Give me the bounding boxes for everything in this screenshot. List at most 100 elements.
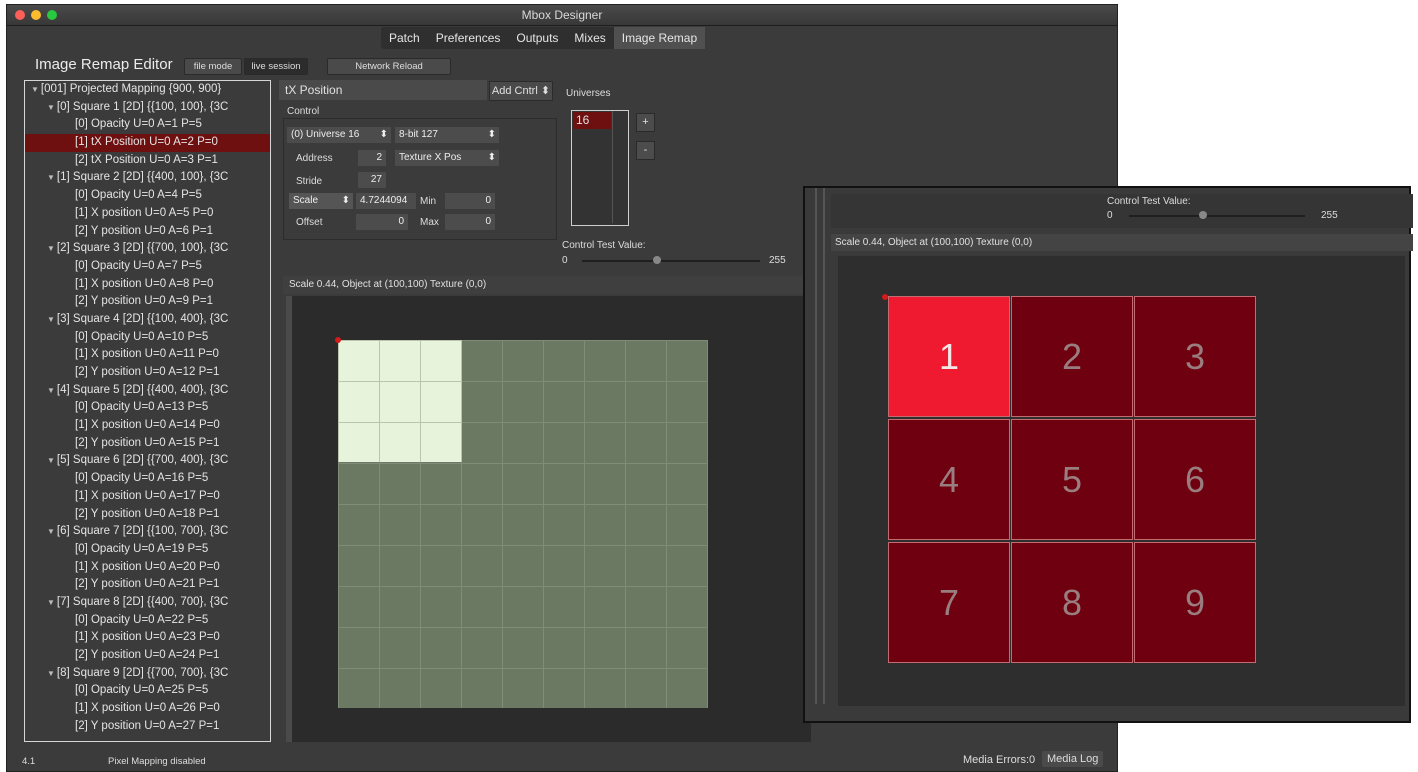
tree-object-row[interactable]: ▼ [3] Square 4 [2D] {{100, 400}, {3C <box>25 311 270 329</box>
zoom-inset: Control Test Value: 0 255 Scale 0.44, Ob… <box>803 186 1413 723</box>
tree-control-row[interactable]: [2] Y position U=0 A=9 P=1 <box>25 293 270 311</box>
universes-list[interactable]: 16 <box>571 110 629 226</box>
remap-square[interactable]: 5 <box>1011 419 1133 540</box>
disclosure-triangle-icon[interactable]: ▼ <box>47 386 55 395</box>
disclosure-triangle-icon[interactable]: ▼ <box>47 103 55 112</box>
tree-control-row[interactable]: [2] tX Position U=0 A=3 P=1 <box>25 152 270 170</box>
remove-universe-button[interactable]: - <box>636 141 655 160</box>
origin-marker[interactable] <box>882 294 888 300</box>
tree-control-row[interactable]: [1] X position U=0 A=23 P=0 <box>25 629 270 647</box>
control-test-slider[interactable] <box>582 260 760 262</box>
zoom-canvas[interactable]: 123 456 789 <box>838 256 1405 706</box>
remap-square[interactable]: 3 <box>1134 296 1256 417</box>
network-reload-button[interactable]: Network Reload <box>327 58 451 75</box>
tree-object-row[interactable]: ▼ [0] Square 1 [2D] {{100, 100}, {3C <box>25 99 270 117</box>
tree-control-row[interactable]: [2] Y position U=0 A=6 P=1 <box>25 223 270 241</box>
remap-square[interactable]: 8 <box>1011 542 1133 663</box>
chevron-updown-icon: ⬍ <box>341 195 350 206</box>
disclosure-triangle-icon[interactable]: ▼ <box>47 669 55 678</box>
tree-control-row[interactable]: [1] X position U=0 A=5 P=0 <box>25 205 270 223</box>
tree-control-row[interactable]: [2] Y position U=0 A=21 P=1 <box>25 576 270 594</box>
tree-control-row[interactable]: [1] X position U=0 A=11 P=0 <box>25 346 270 364</box>
tree-object-row[interactable]: ▼ [1] Square 2 [2D] {{400, 100}, {3C <box>25 169 270 187</box>
tab-mixes[interactable]: Mixes <box>566 27 613 49</box>
tree-control-row[interactable]: [0] Opacity U=0 A=16 P=5 <box>25 470 270 488</box>
chevron-updown-icon: ⬍ <box>540 85 551 97</box>
tree-control-row[interactable]: [1] X position U=0 A=14 P=0 <box>25 417 270 435</box>
media-log-button[interactable]: Media Log <box>1042 751 1104 767</box>
tree-object-row[interactable]: ▼ [4] Square 5 [2D] {{400, 400}, {3C <box>25 382 270 400</box>
stride-field[interactable]: 27 <box>358 172 386 188</box>
remap-square[interactable]: 4 <box>888 419 1010 540</box>
list-divider <box>612 111 613 223</box>
disclosure-triangle-icon[interactable]: ▼ <box>47 527 55 536</box>
tree-control-row[interactable]: [1] X position U=0 A=26 P=0 <box>25 700 270 718</box>
tree-row-label: [001] Projected Mapping {900, 900} <box>40 83 222 95</box>
tree-control-row[interactable]: [0] Opacity U=0 A=10 P=5 <box>25 329 270 347</box>
tree-control-row[interactable]: [2] Y position U=0 A=18 P=1 <box>25 506 270 524</box>
remap-square[interactable]: 1 <box>888 296 1010 417</box>
tree-control-row[interactable]: [1] X position U=0 A=17 P=0 <box>25 488 270 506</box>
zoom-test-slider[interactable] <box>1129 215 1305 217</box>
tree-control-row[interactable]: [0] Opacity U=0 A=13 P=5 <box>25 399 270 417</box>
file-mode-button[interactable]: file mode <box>184 58 242 75</box>
remap-square[interactable]: 2 <box>1011 296 1133 417</box>
tree-object-row[interactable]: ▼ [5] Square 6 [2D] {{700, 400}, {3C <box>25 452 270 470</box>
tree-root[interactable]: ▼ [001] Projected Mapping {900, 900} <box>25 81 270 99</box>
tree-control-row[interactable]: [2] Y position U=0 A=24 P=1 <box>25 647 270 665</box>
tree-object-row[interactable]: ▼ [2] Square 3 [2D] {{700, 100}, {3C <box>25 240 270 258</box>
slider-thumb[interactable] <box>1198 211 1207 219</box>
scale-field[interactable]: 4.7244094 <box>356 193 416 209</box>
tree-control-row[interactable]: [0] Opacity U=0 A=4 P=5 <box>25 187 270 205</box>
tree-row-label: [7] Square 8 [2D] {{400, 700}, {3C <box>56 595 229 608</box>
mapping-tree[interactable]: ▼ [001] Projected Mapping {900, 900} ▼ [0] … <box>24 80 271 742</box>
slider-thumb[interactable] <box>652 256 661 264</box>
tree-control-row[interactable]: [0] Opacity U=0 A=25 P=5 <box>25 682 270 700</box>
add-control-button[interactable]: Add Cntrl ⬍ <box>489 81 553 101</box>
tree-row-label: [1] X position U=0 A=11 P=0 <box>75 348 219 361</box>
tree-object-row[interactable]: ▼ [7] Square 8 [2D] {{400, 700}, {3C <box>25 594 270 612</box>
tree-control-row[interactable]: [0] Opacity U=0 A=22 P=5 <box>25 612 270 630</box>
tree-control-row[interactable]: [1] tX Position U=0 A=2 P=0 <box>25 134 270 152</box>
tab-bar: Patch Preferences Outputs Mixes Image Re… <box>381 27 706 49</box>
disclosure-triangle-icon[interactable]: ▼ <box>47 456 55 465</box>
disclosure-triangle-icon[interactable]: ▼ <box>47 598 55 607</box>
universe-list-item[interactable]: 16 <box>573 112 611 129</box>
offset-field[interactable]: 0 <box>356 214 408 230</box>
tree-control-row[interactable]: [2] Y position U=0 A=12 P=1 <box>25 364 270 382</box>
tree-control-row[interactable]: [0] Opacity U=0 A=19 P=5 <box>25 541 270 559</box>
min-field[interactable]: 0 <box>445 193 495 209</box>
tab-image-remap[interactable]: Image Remap <box>613 27 706 49</box>
origin-marker[interactable] <box>335 337 341 343</box>
tab-outputs[interactable]: Outputs <box>508 27 566 49</box>
tab-patch[interactable]: Patch <box>381 27 428 49</box>
tree-row-label: [0] Opacity U=0 A=1 P=5 <box>75 118 202 131</box>
tree-row-label: [1] X position U=0 A=20 P=0 <box>75 560 220 573</box>
tab-preferences[interactable]: Preferences <box>428 27 509 49</box>
universe-select[interactable]: (0) Universe 16 ⬍ <box>287 127 391 143</box>
texture-select[interactable]: Texture X Pos ⬍ <box>395 150 499 166</box>
bit-depth-select[interactable]: 8-bit 127 ⬍ <box>395 127 499 143</box>
live-session-button[interactable]: live session <box>244 58 308 75</box>
disclosure-triangle-icon[interactable]: ▼ <box>47 244 55 253</box>
tree-control-row[interactable]: [2] Y position U=0 A=15 P=1 <box>25 435 270 453</box>
tree-control-row[interactable]: [0] Opacity U=0 A=7 P=5 <box>25 258 270 276</box>
tree-row-label: [4] Square 5 [2D] {{400, 400}, {3C <box>56 383 229 396</box>
max-field[interactable]: 0 <box>445 214 495 230</box>
address-field[interactable]: 2 <box>358 150 386 166</box>
scale-select[interactable]: Scale ⬍ <box>289 193 353 209</box>
tree-control-row[interactable]: [1] X position U=0 A=8 P=0 <box>25 276 270 294</box>
remap-square[interactable]: 7 <box>888 542 1010 663</box>
disclosure-triangle-icon[interactable]: ▼ <box>47 315 55 324</box>
tree-object-row[interactable]: ▼ [8] Square 9 [2D] {{700, 700}, {3C <box>25 665 270 683</box>
remap-square[interactable]: 6 <box>1134 419 1256 540</box>
add-universe-button[interactable]: + <box>636 113 655 132</box>
tree-row-label: [2] tX Position U=0 A=3 P=1 <box>75 153 218 166</box>
tree-object-row[interactable]: ▼ [6] Square 7 [2D] {{100, 700}, {3C <box>25 523 270 541</box>
tree-control-row[interactable]: [0] Opacity U=0 A=1 P=5 <box>25 116 270 134</box>
tree-control-row[interactable]: [1] X position U=0 A=20 P=0 <box>25 559 270 577</box>
disclosure-triangle-icon[interactable]: ▼ <box>31 85 39 94</box>
tree-control-row[interactable]: [2] Y position U=0 A=27 P=1 <box>25 718 270 736</box>
remap-square[interactable]: 9 <box>1134 542 1256 663</box>
disclosure-triangle-icon[interactable]: ▼ <box>47 173 55 182</box>
